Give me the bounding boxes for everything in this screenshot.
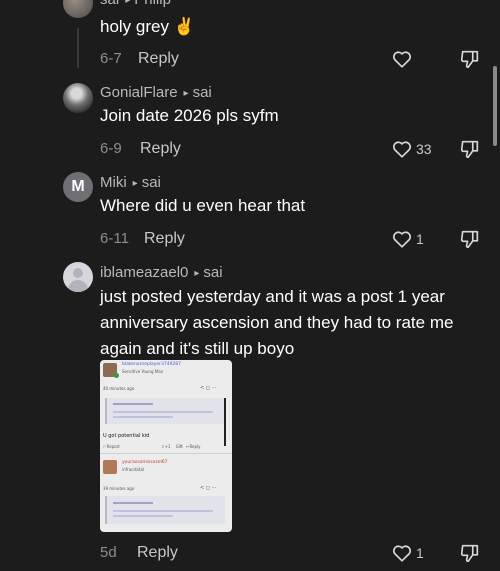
like-count: 33 (416, 141, 432, 157)
comment-username[interactable]: GonialFlare ▸ sai (100, 84, 212, 101)
quote-line (113, 515, 173, 517)
attached-subtitle-2: infraorbital (122, 467, 145, 472)
comment-date: 5d (100, 544, 117, 561)
attached-avatar-2 (103, 460, 117, 474)
attached-subtitle: Sensitive Young Man (122, 369, 164, 374)
attached-actions-icon-2: < ◻ ⋯ (200, 485, 217, 491)
attached-username: blakenameplayer3749287 (122, 362, 182, 367)
reply-arrow-icon: ▸ (183, 88, 189, 99)
reply-arrow-icon: ▸ (125, 0, 131, 6)
comment-username[interactable]: Miki ▸ sai (100, 174, 161, 191)
victory-hand-icon: ✌️ (173, 17, 195, 36)
quote-line (113, 411, 213, 413)
comment-text: Join date 2026 pls syfm (100, 106, 279, 125)
comment-username[interactable]: sai▸Philip (100, 0, 171, 8)
avatar-head (73, 268, 83, 278)
attached-footer: ⚐Report ⇧+1 Gift ↩Reply (103, 444, 201, 449)
reply-arrow-icon: ▸ (194, 268, 200, 279)
like-count: 1 (416, 231, 424, 247)
dislike-icon[interactable] (459, 48, 481, 70)
comment-text: Where did u even hear that (100, 196, 306, 215)
attached-image[interactable]: blakenameplayer3749287 Sensitive Young M… (100, 360, 232, 532)
attached-quote-2 (105, 496, 225, 524)
reply-arrow-icon: ▸ (132, 178, 138, 189)
dislike-icon[interactable] (459, 542, 481, 564)
thread-line (77, 28, 79, 68)
reply-button[interactable]: Reply (138, 50, 179, 68)
attached-quote (105, 398, 225, 424)
avatar[interactable] (63, 262, 93, 292)
heart-icon[interactable] (391, 228, 413, 250)
reply-button[interactable]: Reply (137, 544, 178, 562)
attached-divider (100, 453, 232, 454)
heart-icon[interactable] (391, 138, 413, 160)
quote-line (113, 502, 153, 504)
attached-username-2: yourassomissezel67 (122, 460, 168, 465)
quote-line (113, 416, 173, 418)
comment-text: just posted yesterday and it was a post … (100, 287, 454, 358)
attached-actions-icon: < ◻ ⋯ (200, 385, 217, 391)
quote-line (113, 403, 153, 405)
attached-comment-text: U got potential kid (103, 433, 150, 439)
attached-time-2: 39 minutes ago (103, 486, 135, 491)
online-dot (114, 373, 119, 378)
attached-scrollbar (224, 398, 226, 446)
avatar[interactable] (63, 83, 93, 113)
avatar-body (68, 280, 88, 292)
heart-icon[interactable] (391, 48, 413, 70)
reply-button[interactable]: Reply (140, 140, 181, 158)
attached-time: 40 minutes ago (103, 386, 135, 391)
avatar[interactable] (63, 0, 93, 18)
quote-line (113, 510, 213, 512)
comment-date: 6-11 (100, 230, 129, 247)
reply-button[interactable]: Reply (144, 230, 185, 248)
avatar[interactable]: M (63, 172, 93, 202)
comment-text: holy grey ✌️ (100, 17, 195, 36)
dislike-icon[interactable] (459, 138, 481, 160)
comment-username[interactable]: iblameazael0 ▸ sai (100, 264, 223, 281)
dislike-icon[interactable] (459, 228, 481, 250)
heart-icon[interactable] (391, 542, 413, 564)
scrollbar[interactable] (493, 66, 497, 146)
comment-date: 6-7 (100, 50, 122, 67)
like-count: 1 (416, 545, 424, 561)
comment-date: 6-9 (100, 140, 122, 157)
